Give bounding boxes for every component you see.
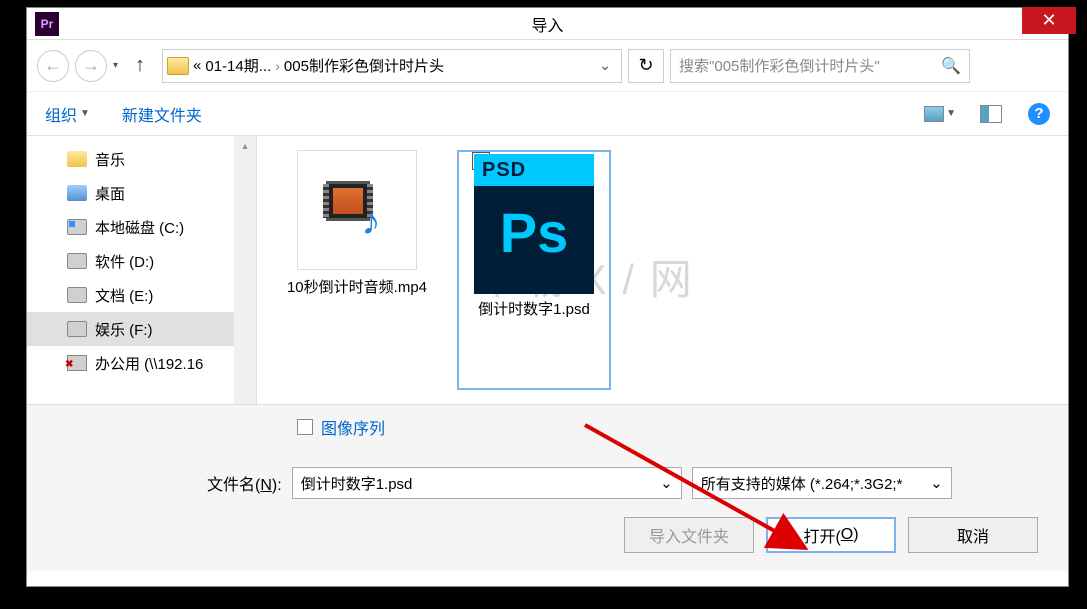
image-sequence-label: 图像序列 [321,415,385,439]
search-input[interactable]: 搜索"005制作彩色倒计时片头" 🔍 [670,49,970,83]
import-dialog: Pr 导入 ✕ ← → ▾ ↑ « 01-14期... › 005制作彩色倒计时… [26,7,1069,587]
file-content[interactable]: 下载 X / 网 10秒倒计时音频.mp4 ✓ PSD Ps 倒计时数字1.ps… [257,136,1068,404]
filename-label: 文件名(N): [207,471,282,495]
sidebar-item[interactable]: 娱乐 (F:) [27,312,256,346]
sidebar-item-label: 桌面 [95,183,125,204]
breadcrumb[interactable]: « 01-14期... › 005制作彩色倒计时片头 ⌄ [162,49,622,83]
breadcrumb-parent[interactable]: 01-14期... [205,55,271,76]
breadcrumb-sep-icon: › [275,58,280,74]
search-icon: 🔍 [941,56,961,76]
cancel-button[interactable]: 取消 [908,517,1038,553]
filetype-filter[interactable]: 所有支持的媒体 (*.264;*.3G2;*⌄ [692,467,952,499]
titlebar: Pr 导入 ✕ [27,8,1068,40]
window-title: 导入 [531,12,563,36]
sidebar-item[interactable]: 办公用 (\\192.16 [27,346,256,380]
sidebar-item-label: 本地磁盘 (C:) [95,217,184,238]
sidebar-item[interactable]: 音乐 [27,142,256,176]
sidebar-item[interactable]: 软件 (D:) [27,244,256,278]
close-button[interactable]: ✕ [1022,7,1076,34]
import-folder-button[interactable]: 导入文件夹 [624,517,754,553]
toolbar: 组织▼ 新建文件夹 ▼ ? [27,92,1068,136]
main-area: ▴ 音乐桌面本地磁盘 (C:) 软件 (D:) 文档 (E:) 娱乐 (F:) 办公用 … [27,136,1068,404]
sidebar-item-label: 软件 (D:) [95,251,154,272]
history-dropdown[interactable]: ▾ [113,60,118,71]
chevron-down-icon[interactable]: ⌄ [660,474,673,492]
sidebar-item-label: 娱乐 (F:) [95,319,153,340]
sidebar-item[interactable]: 本地磁盘 (C:) [27,210,256,244]
filename-input[interactable]: 倒计时数字1.psd⌄ [292,467,682,499]
help-icon[interactable]: ? [1028,103,1050,125]
breadcrumb-prefix: « [193,57,201,74]
scrollbar[interactable]: ▴ [234,136,256,404]
file-item-psd-selected[interactable]: ✓ PSD Ps 倒计时数字1.psd [457,150,611,390]
breadcrumb-current[interactable]: 005制作彩色倒计时片头 [284,55,444,76]
forward-button[interactable]: → [75,50,107,82]
organize-menu[interactable]: 组织▼ [45,102,90,126]
image-sequence-checkbox[interactable] [297,419,313,435]
search-placeholder: 搜索"005制作彩色倒计时片头" [679,55,880,76]
drive-icon [67,321,87,337]
scroll-up-icon[interactable]: ▴ [234,136,256,156]
sidebar-item-label: 音乐 [95,149,125,170]
drive-icon [67,287,87,303]
drive-icon [67,253,87,269]
folder-icon [167,57,189,75]
psd-ps-icon: Ps [500,200,569,265]
view-mode-button[interactable]: ▼ [924,106,956,122]
breadcrumb-dropdown[interactable]: ⌄ [593,57,617,74]
sidebar-item[interactable]: 文档 (E:) [27,278,256,312]
refresh-button[interactable]: ↻ [628,49,664,83]
newfolder-button[interactable]: 新建文件夹 [122,102,202,126]
navbar: ← → ▾ ↑ « 01-14期... › 005制作彩色倒计时片头 ⌄ ↻ 搜… [27,40,1068,92]
drive-icon [67,219,87,235]
sidebar-item-label: 办公用 (\\192.16 [95,353,203,374]
preview-pane-button[interactable] [980,105,1002,123]
drive-icon [67,151,87,167]
file-label: 倒计时数字1.psd [461,300,607,320]
sidebar-item[interactable]: 桌面 [27,176,256,210]
open-button[interactable]: 打开(O) [766,517,896,553]
video-thumb [297,150,417,270]
psd-badge: PSD [474,154,594,186]
chevron-down-icon[interactable]: ⌄ [930,474,943,492]
drive-icon [67,185,87,201]
back-button[interactable]: ← [37,50,69,82]
sidebar: ▴ 音乐桌面本地磁盘 (C:) 软件 (D:) 文档 (E:) 娱乐 (F:) 办公用 … [27,136,257,404]
lower-panel: 图像序列 文件名(N): 倒计时数字1.psd⌄ 所有支持的媒体 (*.264;… [27,404,1068,571]
up-button[interactable]: ↑ [124,50,156,82]
sidebar-item-label: 文档 (E:) [95,285,153,306]
file-label: 10秒倒计时音频.mp4 [277,278,437,298]
drive-icon [67,355,87,371]
psd-thumb: ✓ PSD Ps [474,154,594,294]
file-item-video[interactable]: 10秒倒计时音频.mp4 [277,150,437,390]
app-icon: Pr [35,12,59,36]
